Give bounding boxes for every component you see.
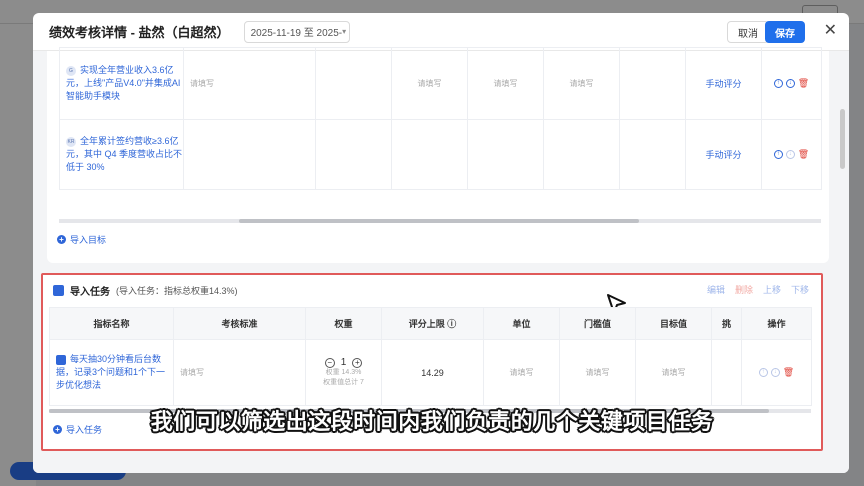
scrollbar-thumb[interactable] (239, 219, 639, 223)
plus-icon: + (57, 235, 66, 244)
manual-score-link[interactable]: 手动评分 (685, 119, 762, 190)
goals-table: G 实现全年营业收入3.6亿元，上线"产品V4.0"并集成AI智能助手模块 请填写… (59, 47, 822, 190)
col-header: 指标名称 (49, 307, 174, 340)
weight-stepper[interactable]: − 1 + (306, 357, 381, 368)
col-header: 考核标准 (173, 307, 306, 340)
cancel-button[interactable]: 取消 (727, 21, 769, 43)
move-down-icon: ↓ (785, 150, 795, 159)
score-cap-value: 14.29 (381, 339, 484, 406)
weight-cell: − 1 + 权重 14.3% 权重值总计 7 (305, 339, 382, 406)
modal-title: 绩效考核详情 - 盐然（白超然） (49, 25, 230, 40)
modal-header: 绩效考核详情 - 盐然（白超然） 2025-11-19 至 2025- ▾ 取消… (33, 13, 849, 51)
move-down-icon: ↓ (770, 368, 780, 377)
goal-name: 实现全年营业收入3.6亿元，上线"产品V4.0"并集成AI智能助手模块 (66, 65, 181, 101)
goal-badge: G (66, 65, 76, 76)
col-header: 权重 (305, 307, 382, 340)
move-down-icon[interactable]: ↓ (785, 79, 795, 88)
chevron-down-icon: ▾ (342, 27, 347, 36)
trash-icon[interactable]: 🗑 (798, 78, 809, 89)
weight-total: 权重值总计 7 (323, 379, 364, 386)
task-icon (56, 354, 66, 365)
col-header: 挑 (711, 307, 742, 340)
col-header: 评分上限 ⓘ (381, 307, 484, 340)
plus-icon[interactable]: + (352, 357, 363, 368)
weight-percent: 权重 14.3% (325, 369, 362, 376)
trash-icon[interactable]: 🗑 (798, 149, 809, 160)
trash-icon[interactable]: 🗑 (783, 367, 794, 378)
goal-badge: KR (66, 136, 76, 147)
standard-input[interactable]: 请填写 (173, 339, 306, 406)
tasks-subtitle: (导入任务：指标总权重14.3%) (116, 286, 238, 296)
goal-name: 全年累计签约营收≥3.6亿元，其中 Q4 季度营收占比不低于 30% (66, 136, 183, 172)
date-range-value: 2025-11-19 至 2025- (250, 28, 343, 39)
threshold-input[interactable]: 请填写 (559, 339, 636, 406)
save-button[interactable]: 保存 (765, 21, 805, 43)
date-range-select[interactable]: 2025-11-19 至 2025- ▾ (243, 20, 350, 43)
col-header: 操作 (741, 307, 812, 340)
task-name-cell[interactable]: 每天抽30分钟看后台数据，记录3个问题和1个下一步优化想法 (49, 339, 174, 406)
close-icon[interactable]: ✕ (824, 22, 837, 40)
weight-input[interactable]: 请填写 (391, 47, 468, 120)
import-goals-label: 导入目标 (70, 235, 107, 245)
table-header-row: 指标名称 考核标准 权重 评分上限 ⓘ 单位 门槛值 目标值 挑 操作 (49, 307, 812, 340)
standard-input[interactable]: 请填写 (183, 47, 316, 120)
unit-input[interactable]: 请填写 (467, 47, 544, 120)
table-row: KR 全年累计签约营收≥3.6亿元，其中 Q4 季度营收占比不低于 30% 手动评… (59, 119, 822, 190)
manual-score-link[interactable]: 手动评分 (685, 47, 762, 120)
goals-card: G 实现全年营业收入3.6亿元，上线"产品V4.0"并集成AI智能助手模块 请填写… (47, 47, 829, 263)
goal-name-cell[interactable]: KR 全年累计签约营收≥3.6亿元，其中 Q4 季度营收占比不低于 30% (59, 119, 184, 190)
tasks-actions: 编辑 删除 上移 下移 (707, 283, 809, 296)
table-row: G 实现全年营业收入3.6亿元，上线"产品V4.0"并集成AI智能助手模块 请填写… (59, 47, 822, 120)
vertical-scrollbar[interactable] (840, 109, 845, 169)
video-subtitle: 我们可以筛选出这段时间内我们负责的几个关键项目任务 (150, 410, 714, 435)
task-name: 每天抽30分钟看后台数据，记录3个问题和1个下一步优化想法 (56, 354, 166, 390)
unit-input[interactable]: 请填写 (483, 339, 560, 406)
tasks-title: 导入任务 (70, 287, 110, 298)
tasks-table: 指标名称 考核标准 权重 评分上限 ⓘ 单位 门槛值 目标值 挑 操作 每天抽3… (49, 307, 812, 406)
edit-button[interactable]: 编辑 (707, 283, 725, 296)
col-header: 单位 (483, 307, 560, 340)
move-up-icon: ↑ (758, 368, 768, 377)
move-down-button[interactable]: 下移 (791, 283, 809, 296)
table-row: 每天抽30分钟看后台数据，记录3个问题和1个下一步优化想法 请填写 − 1 + … (49, 339, 812, 406)
challenge-input[interactable] (711, 339, 742, 406)
task-list-icon (53, 285, 64, 296)
import-goals-button[interactable]: + 导入目标 (57, 233, 106, 246)
delete-button[interactable]: 删除 (735, 283, 753, 296)
move-up-icon[interactable]: ↑ (773, 150, 783, 159)
target-input[interactable]: 请填写 (635, 339, 712, 406)
minus-icon[interactable]: − (324, 357, 335, 368)
threshold-input[interactable]: 请填写 (543, 47, 620, 120)
col-header: 目标值 (635, 307, 712, 340)
col-header: 门槛值 (559, 307, 636, 340)
horizontal-scrollbar[interactable] (59, 219, 821, 223)
move-up-button[interactable]: 上移 (763, 283, 781, 296)
move-up-icon[interactable]: ↑ (773, 79, 783, 88)
tasks-header: 导入任务 (导入任务：指标总权重14.3%) (53, 283, 238, 298)
goal-name-cell[interactable]: G 实现全年营业收入3.6亿元，上线"产品V4.0"并集成AI智能助手模块 (59, 47, 184, 120)
weight-value: 1 (340, 357, 347, 368)
